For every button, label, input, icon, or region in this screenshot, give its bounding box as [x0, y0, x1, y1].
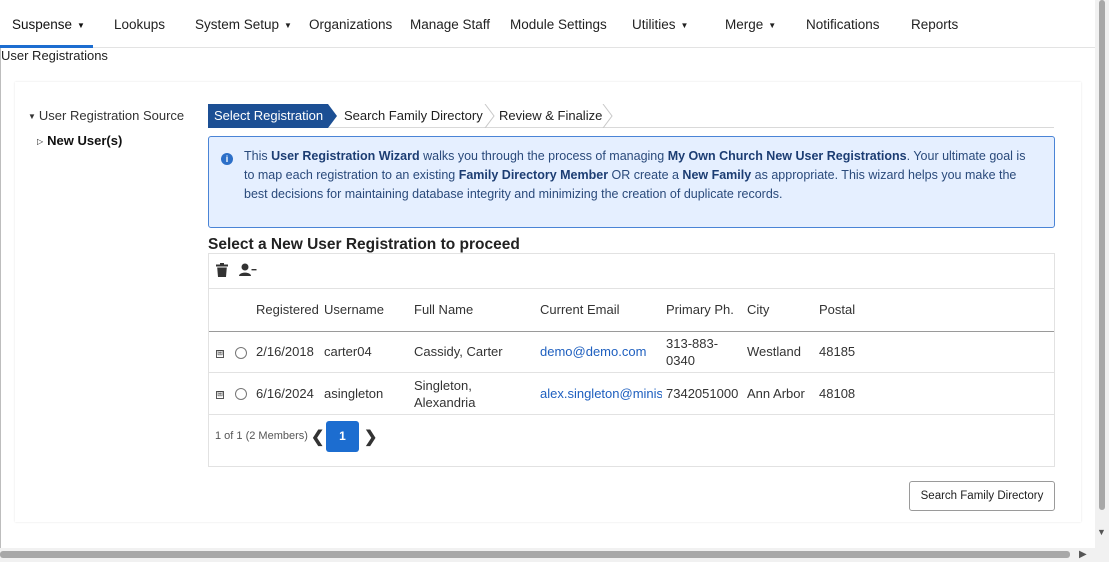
column-header-current-email[interactable]: Current Email	[540, 302, 619, 317]
chevron-separator-icon	[484, 104, 495, 128]
nav-label-merge: Merge	[725, 17, 764, 32]
nav-item-merge[interactable]: Merge ▼	[725, 0, 776, 48]
caret-down-icon: ▼	[680, 21, 689, 30]
step-review-finalize[interactable]: Review & Finalize	[499, 104, 602, 128]
column-header-city[interactable]: City	[747, 302, 769, 317]
step-search-family-directory[interactable]: Search Family Directory	[344, 104, 483, 128]
scrollbar-corner	[1095, 548, 1109, 562]
info-emphasis: Family Directory Member	[458, 168, 609, 182]
info-alert: i This User Registration Wizard walks yo…	[208, 136, 1055, 228]
row-divider	[209, 414, 1054, 415]
vertical-scrollbar[interactable]: ▼	[1095, 0, 1109, 548]
caret-down-icon: ▼	[28, 112, 36, 121]
grid-toolbar	[209, 254, 1054, 289]
column-header-postal[interactable]: Postal	[819, 302, 855, 317]
cell-registered: 2/16/2018	[256, 344, 314, 359]
cell-email-link[interactable]: alex.singleton@minist	[540, 386, 662, 401]
cell-city: Ann Arbor	[747, 386, 805, 401]
cell-username: carter04	[324, 344, 372, 359]
row-select-radio[interactable]	[235, 388, 247, 400]
caret-down-icon: ▼	[77, 21, 85, 30]
nav-item-suspense[interactable]: Suspense ▼	[0, 0, 93, 48]
horizontal-scroll-thumb[interactable]	[0, 551, 1070, 558]
caret-down-icon: ▼	[284, 21, 292, 30]
caret-right-icon: ▷	[37, 137, 44, 146]
nav-item-reports[interactable]: Reports	[911, 0, 958, 48]
search-family-directory-button[interactable]: Search Family Directory	[909, 481, 1055, 511]
cell-full-name: Singleton, Alexandria	[414, 378, 476, 410]
nav-item-system-setup[interactable]: System Setup ▼	[195, 0, 292, 48]
row-divider	[209, 372, 1054, 373]
cell-username: asingleton	[324, 386, 384, 401]
chevron-separator-icon	[602, 104, 613, 128]
pager-page-button[interactable]: 1	[326, 421, 359, 452]
cell-phone: 313-883-0340	[666, 336, 719, 368]
column-header-full-name[interactable]: Full Name	[414, 302, 473, 317]
nav-item-notifications[interactable]: Notifications	[806, 0, 880, 48]
info-text-part: walks you through the process of managin…	[419, 149, 668, 163]
horizontal-scrollbar[interactable]: ▶	[0, 548, 1095, 562]
section-title: Select a New User Registration to procee…	[208, 236, 520, 253]
scroll-right-icon[interactable]: ▶	[1079, 549, 1087, 560]
tree-root-registration-source[interactable]: ▼ User Registration Source	[28, 108, 184, 123]
nav-item-manage-staff[interactable]: Manage Staff	[410, 0, 490, 48]
column-header-primary-phone[interactable]: Primary Ph.	[666, 302, 734, 317]
nav-label-system-setup: System Setup	[195, 17, 280, 32]
cell-postal: 48185	[819, 344, 856, 359]
page-title: User Registrations	[1, 48, 108, 63]
nav-item-utilities[interactable]: Utilities ▼	[632, 0, 688, 48]
info-text: This User Registration Wizard walks you …	[244, 147, 1034, 204]
column-header-username[interactable]: Username	[324, 302, 384, 317]
nav-label-utilities: Utilities	[632, 17, 676, 32]
row-select-radio[interactable]	[235, 347, 247, 359]
top-nav: Suspense ▼ Lookups System Setup ▼ Organiza…	[0, 0, 1095, 48]
step-select-registration[interactable]: Select Registration	[208, 104, 328, 128]
step-arrow	[328, 104, 337, 128]
nav-item-module-settings[interactable]: Module Settings	[510, 0, 607, 48]
info-text-part: OR create a	[608, 168, 683, 182]
vertical-scroll-thumb[interactable]	[1099, 0, 1105, 510]
trash-icon[interactable]	[216, 263, 228, 277]
scroll-down-icon[interactable]: ▼	[1097, 527, 1106, 537]
cell-full-name: Cassidy, Carter	[414, 344, 503, 359]
left-border	[0, 48, 1, 548]
info-emphasis: User Registration Wizard	[271, 149, 420, 163]
user-minus-icon[interactable]	[239, 263, 257, 277]
registrations-grid: Registered Username Full Name Current Em…	[208, 253, 1055, 467]
info-emphasis: My Own Church New User Registrations	[667, 149, 907, 163]
tree-child-label: New User(s)	[47, 133, 123, 148]
cell-city: Westland	[747, 344, 801, 359]
nav-item-lookups[interactable]: Lookups	[114, 0, 165, 48]
nav-label-suspense: Suspense	[12, 17, 73, 32]
header-divider	[209, 331, 1054, 332]
pager-summary: 1 of 1 (2 Members)	[215, 430, 308, 442]
info-text-part: This	[244, 149, 272, 163]
caret-down-icon: ▼	[768, 21, 777, 30]
cell-email-link[interactable]: demo@demo.com	[540, 344, 646, 359]
expand-row-icon[interactable]: ⊞	[216, 350, 224, 358]
wizard-steps: Select Registration Search Family Direct…	[208, 104, 1054, 128]
nav-item-organizations[interactable]: Organizations	[309, 0, 392, 48]
cell-phone: 7342051000	[666, 386, 739, 401]
tree-item-new-users[interactable]: ▷ New User(s)	[37, 133, 122, 148]
chevron-left-icon[interactable]: ❮	[311, 427, 324, 447]
chevron-right-icon[interactable]: ❯	[364, 427, 377, 447]
cell-postal: 48108	[819, 386, 856, 401]
cell-registered: 6/16/2024	[256, 386, 314, 401]
info-emphasis: New Family	[682, 168, 752, 182]
column-header-registered[interactable]: Registered	[256, 302, 319, 317]
tree-root-label: User Registration Source	[38, 108, 185, 123]
expand-row-icon[interactable]: ⊞	[216, 391, 224, 399]
info-icon: i	[221, 153, 233, 165]
